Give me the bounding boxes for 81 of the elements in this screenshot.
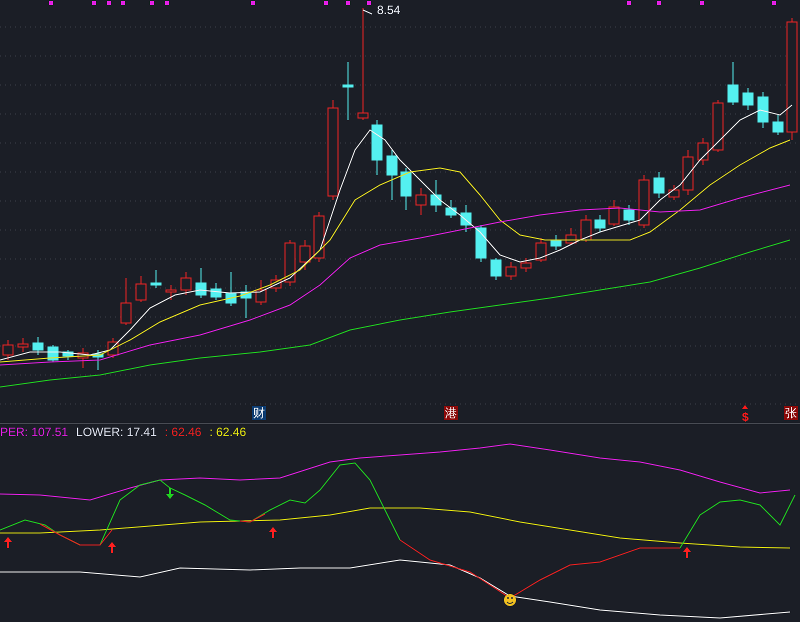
candlestick <box>92 350 104 370</box>
candlestick <box>300 240 310 270</box>
down-arrow-icon <box>166 488 174 499</box>
candlestick <box>490 258 502 280</box>
up-arrow-icon <box>108 542 116 553</box>
candlestick <box>372 120 382 176</box>
candlestick <box>62 350 74 360</box>
candlestick <box>668 184 680 200</box>
candlestick <box>108 338 118 358</box>
candlestick <box>400 168 412 210</box>
event-badge[interactable]: $ <box>741 410 750 424</box>
marker-icon <box>92 1 96 5</box>
candlestick <box>270 274 282 292</box>
candlestick <box>712 100 724 152</box>
candlestick <box>624 204 634 226</box>
candlestick <box>728 62 738 106</box>
candlestick <box>506 262 516 280</box>
candlestick <box>654 172 664 198</box>
candlestick <box>240 284 252 318</box>
marker-icon <box>150 1 154 5</box>
candlestick <box>430 180 442 212</box>
marker-icon <box>165 1 169 5</box>
candlestick <box>682 150 694 196</box>
candlestick <box>32 336 44 356</box>
up-arrow-icon <box>683 547 691 558</box>
candlestick <box>226 272 236 306</box>
candlestick <box>120 278 132 326</box>
candlestick <box>256 280 266 306</box>
indicator-value: : 62.46 <box>164 425 202 439</box>
candlestick <box>550 234 562 250</box>
indicator-value: LOWER: 17.41 <box>76 425 157 439</box>
up-arrow-icon <box>269 527 277 538</box>
candlestick <box>78 348 88 368</box>
event-badge[interactable]: 港 <box>444 406 458 420</box>
candlestick <box>594 214 606 232</box>
marker-icon <box>367 1 371 5</box>
candlestick <box>580 214 592 242</box>
marker-icon <box>121 1 125 5</box>
candlestick <box>386 150 398 200</box>
candlestick <box>18 338 28 352</box>
indicator-value: : 62.46 <box>209 425 246 439</box>
candlestick <box>608 200 620 226</box>
candlestick <box>166 284 176 300</box>
candlestick <box>520 258 532 272</box>
candlestick <box>342 62 354 120</box>
marker-icon <box>657 1 661 5</box>
event-badge[interactable]: 财 <box>252 406 266 420</box>
candlestick <box>2 340 14 360</box>
candlestick <box>566 228 576 246</box>
marker-icon <box>251 1 255 5</box>
candlestick <box>314 212 324 262</box>
candlestick <box>772 114 784 136</box>
candlestick <box>638 174 650 228</box>
event-badge[interactable]: 张 <box>784 406 798 420</box>
candlestick <box>742 88 754 110</box>
candlestick <box>476 224 486 262</box>
marker-icon <box>49 1 53 5</box>
leader-line <box>362 10 372 14</box>
candlestick <box>446 200 456 218</box>
marker-icon <box>700 1 704 5</box>
caret-icon <box>742 405 748 409</box>
candlestick <box>536 238 546 262</box>
marker-icon <box>627 1 631 5</box>
up-arrow-icon <box>4 537 12 548</box>
smiley-icon <box>504 594 516 606</box>
candlestick <box>180 272 192 296</box>
candlestick <box>210 282 222 300</box>
indicator-value: PER: 107.51 <box>0 425 68 439</box>
candlestick <box>460 204 472 232</box>
candlestick <box>150 270 162 288</box>
peak-price-label: 8.54 <box>377 3 400 17</box>
marker-icon <box>107 1 111 5</box>
candlestick <box>758 92 768 128</box>
candlestick <box>136 276 146 302</box>
candlestick <box>698 138 708 166</box>
marker-icon <box>772 1 776 5</box>
candlestick <box>416 188 426 216</box>
candlestick <box>284 240 296 286</box>
marker-icon <box>324 1 328 5</box>
candlestick <box>196 268 206 298</box>
marker-icon <box>346 1 350 5</box>
